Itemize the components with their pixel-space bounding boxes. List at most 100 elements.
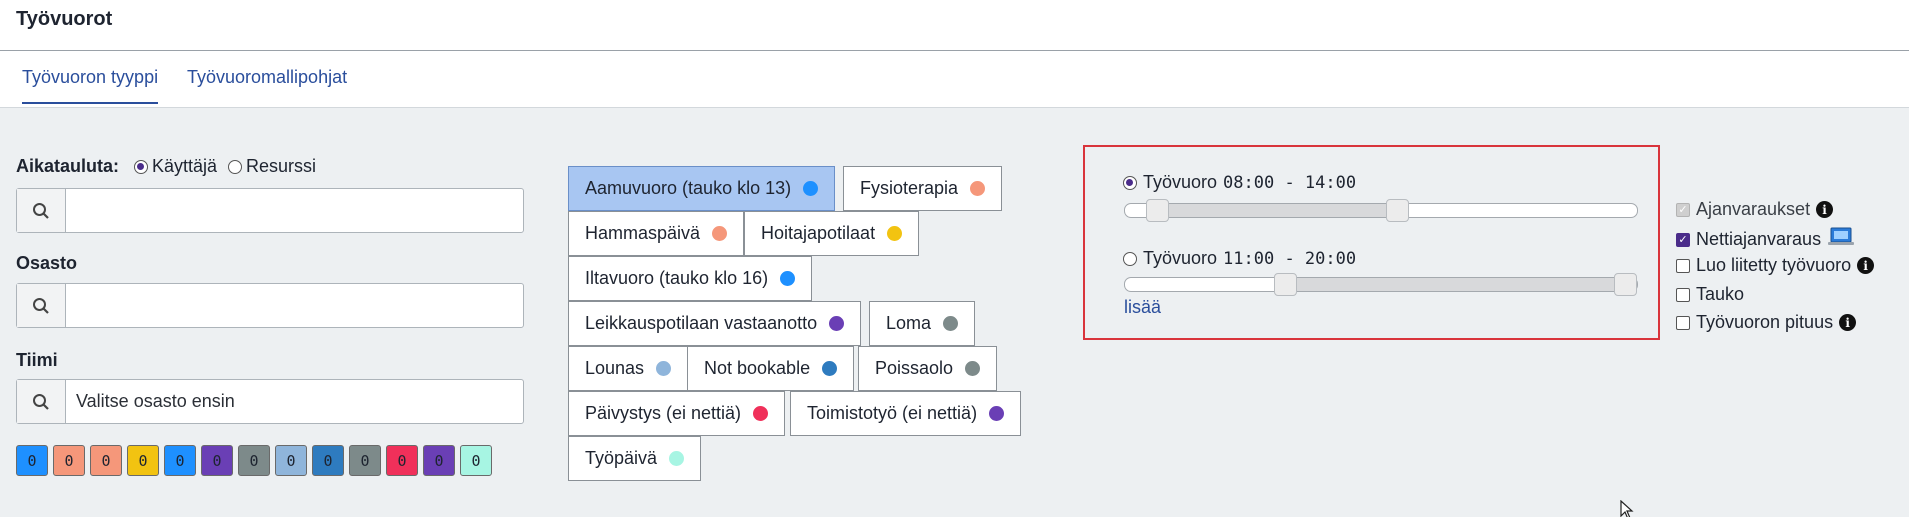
chip-label: Aamuvuoro (tauko klo 13): [585, 178, 792, 198]
add-more-link[interactable]: lisää: [1124, 297, 1161, 318]
slider-range: [1285, 278, 1637, 291]
chip-shift-type[interactable]: Hammaspäivä: [568, 211, 745, 256]
color-dot: [753, 406, 769, 421]
schedule-label: Aikatauluta:: [16, 156, 120, 176]
slider-handle-end[interactable]: [1614, 273, 1637, 296]
shift-slider-2[interactable]: [1124, 273, 1638, 296]
chip-label: Toimistotyö (ei nettiä): [807, 403, 978, 423]
chip-shift-type[interactable]: Hoitajapotilaat: [744, 211, 920, 256]
search-icon: [17, 284, 66, 327]
color-counter: 0: [127, 445, 159, 476]
option-label: Nettiajanvaraus: [1696, 229, 1822, 249]
shift-option-1[interactable]: Työvuoro 08:00 - 14:00: [1123, 172, 1356, 193]
option-label: Ajanvaraukset: [1696, 199, 1811, 219]
schedule-radio-user[interactable]: Käyttäjä: [134, 156, 217, 177]
slider-handle-start[interactable]: [1146, 199, 1169, 222]
option-label: Työvuoron pituus: [1696, 312, 1834, 332]
info-icon[interactable]: i: [1816, 201, 1834, 218]
online-booking-checkbox[interactable]: ✓: [1676, 232, 1690, 247]
chip-shift-type[interactable]: Iltavuoro (tauko klo 16): [568, 256, 813, 301]
department-label: Osasto: [16, 253, 78, 273]
search-icon: [17, 380, 66, 423]
color-counter: 0: [90, 445, 122, 476]
chip-label: Hammaspäivä: [585, 223, 701, 243]
chip-shift-type[interactable]: Poissaolo: [858, 346, 998, 391]
color-counter: 0: [238, 445, 270, 476]
option-label: Tauko: [1696, 284, 1745, 304]
color-counter: 0: [275, 445, 307, 476]
option-online-booking[interactable]: ✓ Nettiajanvaraus: [1676, 227, 1855, 252]
chip-shift-type[interactable]: Lounas: [568, 346, 689, 391]
slider-handle-end[interactable]: [1385, 199, 1409, 222]
slider-range: [1157, 204, 1397, 217]
slider-handle-start[interactable]: [1274, 273, 1297, 296]
appointments-checkbox[interactable]: ✓: [1676, 202, 1690, 217]
department-search-input[interactable]: [66, 284, 76, 327]
chip-label: Lounas: [585, 358, 645, 378]
laptop-icon: [1827, 227, 1855, 252]
color-counter: 0: [312, 445, 344, 476]
color-counter: 0: [423, 445, 455, 476]
color-dot: [965, 361, 981, 376]
chip-shift-type[interactable]: Fysioterapia: [843, 166, 1003, 211]
tab-shift-type[interactable]: Työvuoron tyyppi: [22, 67, 159, 104]
shift-time-1: 08:00 - 14:00: [1223, 172, 1357, 193]
chip-label: Iltavuoro (tauko klo 16): [585, 268, 769, 288]
break-checkbox[interactable]: [1676, 287, 1690, 302]
linked-shift-checkbox[interactable]: [1676, 258, 1690, 273]
chip-shift-type[interactable]: Päivystys (ei nettiä): [568, 391, 786, 436]
chip-label: Poissaolo: [875, 358, 954, 378]
chip-shift-type[interactable]: Leikkauspotilaan vastaanotto: [568, 301, 862, 346]
chip-shift-type[interactable]: Aamuvuoro (tauko klo 13): [568, 166, 836, 211]
color-dot: [803, 181, 819, 196]
color-dot: [989, 406, 1005, 421]
chip-label: Hoitajapotilaat: [761, 223, 876, 243]
search-icon: [17, 189, 66, 232]
tab-shift-templates[interactable]: Työvuoromallipohjat: [187, 67, 347, 88]
info-icon[interactable]: i: [1857, 257, 1875, 274]
tab-bar: Työvuoron tyyppi Työvuoromallipohjat: [0, 51, 1909, 108]
chip-shift-type[interactable]: Loma: [869, 301, 976, 346]
color-counter: 0: [349, 445, 381, 476]
color-dot: [780, 271, 796, 286]
shift-label-1: Työvuoro: [1143, 172, 1218, 192]
header-bar: Työvuorot: [0, 0, 1909, 51]
shift-radio-2[interactable]: [1123, 251, 1137, 266]
option-shift-length[interactable]: Työvuoron pituus i: [1676, 312, 1857, 333]
option-appointments[interactable]: ✓ Ajanvaraukset i: [1676, 199, 1834, 220]
shift-slider-1[interactable]: [1124, 199, 1638, 222]
shift-length-checkbox[interactable]: [1676, 315, 1690, 330]
department-search[interactable]: [16, 283, 524, 328]
chip-shift-type[interactable]: Not bookable: [687, 346, 855, 391]
radio-resource[interactable]: [228, 159, 242, 174]
chip-shift-type[interactable]: Toimistotyö (ei nettiä): [790, 391, 1022, 436]
team-search[interactable]: Valitse osasto ensin: [16, 379, 524, 424]
chip-label: Päivystys (ei nettiä): [585, 403, 742, 423]
color-dot: [822, 361, 838, 376]
color-dot: [829, 316, 845, 331]
chip-shift-type[interactable]: Työpäivä: [568, 436, 702, 481]
color-counter: 0: [386, 445, 418, 476]
chip-label: Työpäivä: [585, 448, 658, 468]
team-label: Tiimi: [16, 350, 58, 370]
color-counter: 0: [164, 445, 196, 476]
option-label: Luo liitetty työvuoro: [1696, 255, 1852, 275]
shift-time-panel: Työvuoro 08:00 - 14:00 Työvuoro 11:00 - …: [1083, 145, 1660, 340]
shift-option-2[interactable]: Työvuoro 11:00 - 20:00: [1123, 248, 1356, 269]
shift-radio-1[interactable]: [1123, 175, 1137, 190]
info-icon[interactable]: i: [1839, 314, 1857, 331]
chip-label: Not bookable: [704, 358, 811, 378]
option-break[interactable]: Tauko: [1676, 284, 1744, 305]
schedule-search-input[interactable]: [66, 189, 76, 232]
mouse-cursor-icon: [1620, 499, 1634, 517]
radio-user[interactable]: [134, 159, 148, 174]
color-counter: 0: [201, 445, 233, 476]
team-search-input[interactable]: Valitse osasto ensin: [66, 380, 235, 423]
radio-resource-label: Resurssi: [246, 156, 317, 176]
color-counter: 0: [460, 445, 492, 476]
schedule-search[interactable]: [16, 188, 524, 233]
option-linked-shift[interactable]: Luo liitetty työvuoro i: [1676, 255, 1875, 276]
schedule-radio-resource[interactable]: Resurssi: [228, 156, 316, 177]
color-counter-list: 0000000000000: [16, 445, 492, 476]
color-dot: [712, 226, 728, 241]
